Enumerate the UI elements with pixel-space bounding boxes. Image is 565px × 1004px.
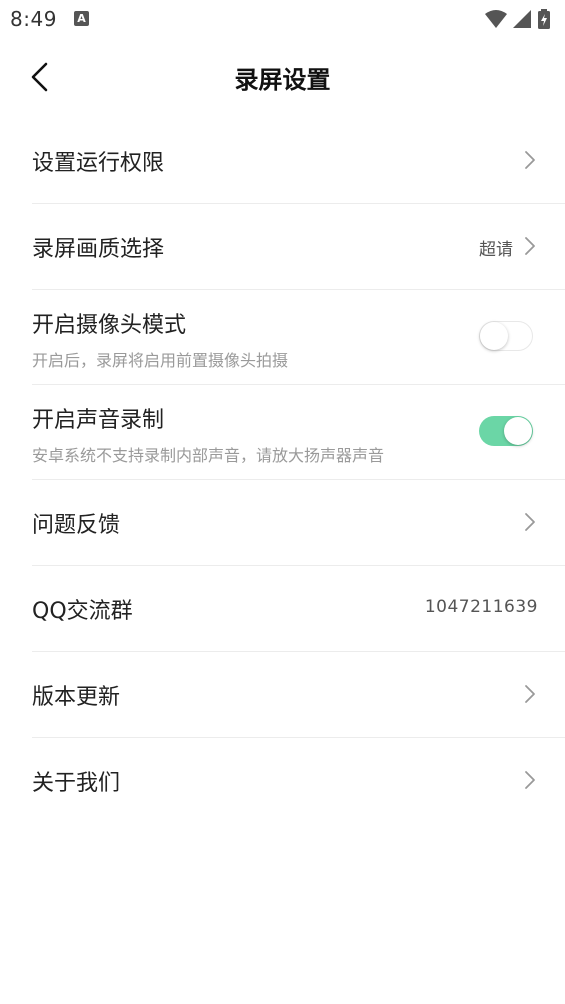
setting-subtitle: 安卓系统不支持录制内部声音，请放大扬声器声音 [32, 446, 385, 465]
header: 录屏设置 [0, 38, 565, 118]
setting-qq-group[interactable]: QQ交流群 1047211639 [32, 566, 565, 652]
setting-title: 版本更新 [32, 685, 121, 710]
setting-title: 问题反馈 [32, 513, 121, 538]
camera-mode-toggle[interactable] [479, 321, 533, 351]
quality-value: 超请 [479, 240, 513, 260]
toggle-knob [504, 417, 532, 445]
setting-record-quality[interactable]: 录屏画质选择 超请 [32, 204, 565, 290]
chevron-right-icon [525, 771, 535, 789]
toggle-knob [480, 322, 508, 350]
setting-title: 关于我们 [32, 771, 121, 796]
setting-title: 开启声音录制 [32, 408, 165, 433]
battery-charging-icon [538, 9, 550, 29]
setting-run-permission[interactable]: 设置运行权限 [32, 118, 565, 204]
status-icons [483, 8, 555, 30]
notification-icon: A [74, 11, 89, 26]
signal-icon [513, 10, 531, 28]
wifi-icon [485, 10, 507, 28]
setting-title: 开启摄像头模式 [32, 313, 187, 338]
audio-record-toggle[interactable] [479, 416, 533, 446]
status-time: 8:49 [10, 7, 57, 31]
setting-version-update[interactable]: 版本更新 [32, 652, 565, 738]
setting-title: 录屏画质选择 [32, 237, 165, 262]
page-title: 录屏设置 [234, 66, 331, 94]
status-bar: 8:49 A [0, 0, 565, 38]
chevron-right-icon [525, 685, 535, 703]
chevron-right-icon [525, 513, 535, 531]
setting-feedback[interactable]: 问题反馈 [32, 480, 565, 566]
setting-subtitle: 开启后，录屏将启用前置摄像头拍摄 [32, 351, 289, 370]
chevron-right-icon [525, 151, 535, 169]
setting-audio-record: 开启声音录制 安卓系统不支持录制内部声音，请放大扬声器声音 [32, 385, 565, 480]
settings-list: 设置运行权限 录屏画质选择 超请 开启摄像头模式 开启后，录屏将启用前置摄像头拍… [0, 118, 565, 823]
chevron-right-icon [525, 237, 535, 255]
setting-camera-mode: 开启摄像头模式 开启后，录屏将启用前置摄像头拍摄 [32, 290, 565, 385]
setting-title: QQ交流群 [32, 599, 133, 624]
setting-about-us[interactable]: 关于我们 [32, 738, 565, 823]
qq-group-number: 1047211639 [424, 597, 538, 617]
setting-title: 设置运行权限 [32, 151, 165, 176]
screen: 8:49 A 录屏设置 设置运行权限 录屏画质选择 超请 开启摄像头模式 开启后… [0, 0, 565, 1004]
